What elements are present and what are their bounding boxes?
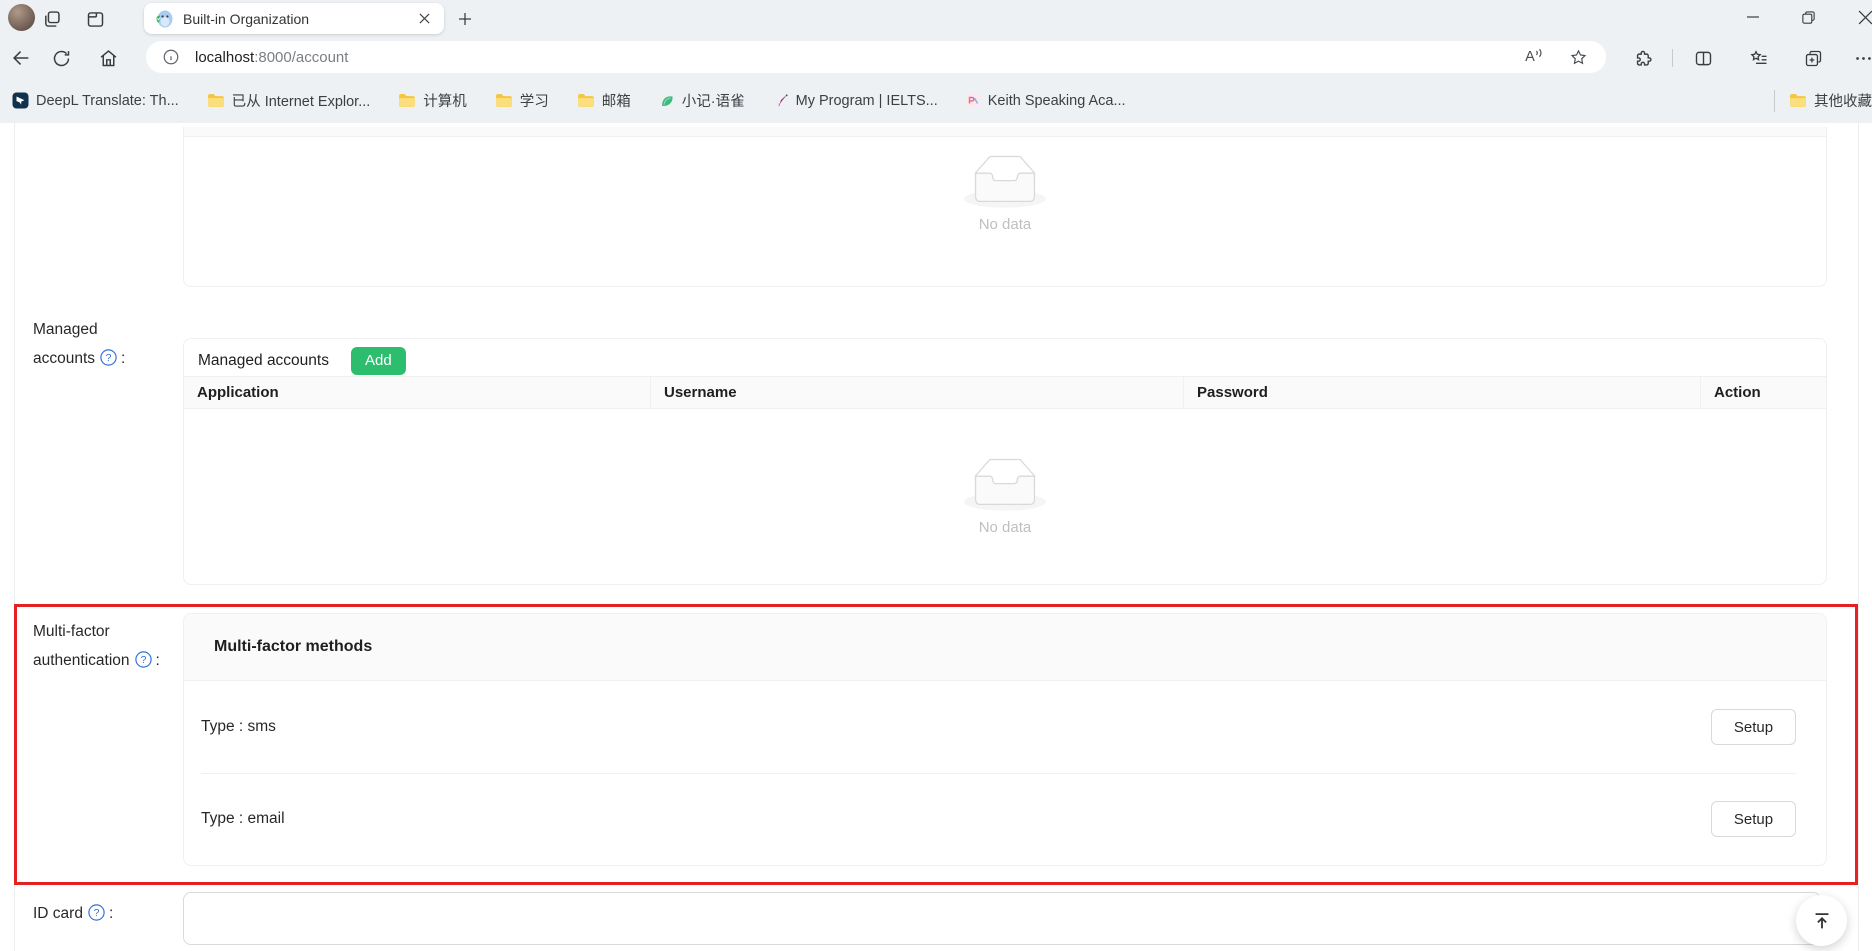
url-host: localhost <box>195 49 254 66</box>
help-icon[interactable]: ? <box>88 902 105 931</box>
id-card-input[interactable] <box>183 892 1821 945</box>
setup-sms-button[interactable]: Setup <box>1711 709 1796 745</box>
bookmarks-bar: DeepL Translate: Th... 已从 Internet Explo… <box>0 78 1872 123</box>
bookmark-mail[interactable]: 邮箱 <box>577 90 631 111</box>
add-button[interactable]: Add <box>351 347 406 375</box>
folder-icon <box>495 93 513 108</box>
split-screen-icon[interactable] <box>1690 45 1716 71</box>
top-empty-table: No data <box>183 127 1827 287</box>
managed-accounts-label: Managed accounts?: <box>33 315 181 376</box>
mfa-type-text: Type : email <box>201 810 1711 828</box>
folder-icon <box>1789 93 1807 108</box>
setup-email-button[interactable]: Setup <box>1711 801 1796 837</box>
back-icon[interactable] <box>8 45 34 71</box>
favorites-icon[interactable] <box>1746 45 1772 71</box>
bookmarks-divider <box>1774 90 1775 112</box>
empty-box-icon <box>964 155 1046 208</box>
read-aloud-icon[interactable]: A <box>1518 45 1542 69</box>
no-data-text: No data <box>979 519 1032 536</box>
managed-accounts-table: Managed accounts Add Application Usernam… <box>183 338 1827 585</box>
bookmark-computer[interactable]: 计算机 <box>398 90 467 111</box>
bookmark-myprogram-ielts[interactable]: My Program | IELTS... <box>773 93 938 109</box>
url-path: :8000/account <box>254 49 348 66</box>
column-action: Action <box>1701 377 1826 408</box>
browser-window: Built-in Organization <box>0 0 1872 951</box>
deepl-icon <box>12 92 29 109</box>
window-minimize-button[interactable] <box>1733 0 1773 34</box>
folder-icon <box>207 93 225 108</box>
navigation-bar: localhost:8000/account A <box>0 36 1872 78</box>
tab-bar: Built-in Organization <box>0 0 1872 36</box>
table-header-remnant <box>184 127 1826 137</box>
column-password: Password <box>1184 377 1701 408</box>
bookmark-study[interactable]: 学习 <box>495 90 549 111</box>
home-icon[interactable] <box>95 45 121 71</box>
ielts-v-icon <box>773 93 789 108</box>
mfa-methods-card: Multi-factor methods Type : sms Setup Ty… <box>183 613 1827 866</box>
browser-tab[interactable]: Built-in Organization <box>144 3 444 34</box>
collections-icon[interactable] <box>1800 45 1826 71</box>
bookmark-keith-speaking[interactable]: Keith Speaking Aca... <box>966 93 1126 109</box>
mfa-card-title: Multi-factor methods <box>214 638 372 656</box>
tab-close-icon[interactable] <box>414 9 434 29</box>
favorite-star-icon[interactable] <box>1566 45 1590 69</box>
new-tab-button[interactable] <box>452 6 478 32</box>
url-text[interactable]: localhost:8000/account <box>195 49 1494 66</box>
other-favorites[interactable]: 其他收藏 <box>1774 78 1872 123</box>
id-card-label: ID card?: <box>33 899 181 931</box>
no-data-text: No data <box>979 216 1032 233</box>
help-icon[interactable]: ? <box>135 649 152 678</box>
mfa-row-email: Type : email Setup <box>184 773 1826 865</box>
extensions-icon[interactable] <box>1630 45 1656 71</box>
column-application: Application <box>184 377 651 408</box>
toolbar-divider <box>1672 49 1673 67</box>
folder-icon <box>398 93 416 108</box>
window-restore-button[interactable] <box>1788 0 1828 34</box>
mfa-label: Multi-factor authentication?: <box>33 617 181 678</box>
back-to-top-icon <box>1811 910 1833 932</box>
column-username: Username <box>651 377 1184 408</box>
bookmark-ie-imports[interactable]: 已从 Internet Explor... <box>207 90 371 111</box>
yuque-icon <box>659 93 675 109</box>
keith-icon <box>966 93 981 108</box>
account-page: No data Managed accounts?: Managed accou… <box>0 123 1872 951</box>
bookmark-deepl[interactable]: DeepL Translate: Th... <box>12 92 179 109</box>
profile-avatar[interactable] <box>8 4 35 31</box>
address-bar[interactable]: localhost:8000/account A <box>146 41 1606 73</box>
tab-favicon <box>154 9 174 29</box>
mfa-type-text: Type : sms <box>201 718 1711 736</box>
workspaces-icon[interactable] <box>38 6 64 32</box>
empty-state: No data <box>184 155 1826 233</box>
empty-box-icon <box>964 458 1046 511</box>
window-close-button[interactable] <box>1850 0 1872 34</box>
svg-text:?: ? <box>106 352 112 364</box>
empty-state: No data <box>184 409 1826 584</box>
svg-text:?: ? <box>140 654 146 666</box>
tab-actions-icon[interactable] <box>82 6 108 32</box>
settings-more-icon[interactable] <box>1850 45 1872 71</box>
back-to-top-button[interactable] <box>1796 895 1847 946</box>
folder-icon <box>577 93 595 108</box>
mfa-row-sms: Type : sms Setup <box>184 681 1826 773</box>
tab-title: Built-in Organization <box>183 11 414 27</box>
table-header-row: Application Username Password Action <box>184 376 1826 409</box>
svg-text:?: ? <box>94 907 100 919</box>
refresh-icon[interactable] <box>48 45 74 71</box>
page-card-right-border <box>1858 123 1859 951</box>
bookmark-yuque[interactable]: 小记·语雀 <box>659 90 745 111</box>
mfa-card-header: Multi-factor methods <box>184 614 1826 681</box>
help-icon[interactable]: ? <box>100 347 117 376</box>
page-card-left-border <box>14 123 15 951</box>
site-info-icon[interactable] <box>162 48 180 66</box>
managed-accounts-title: Managed accounts <box>198 352 329 370</box>
